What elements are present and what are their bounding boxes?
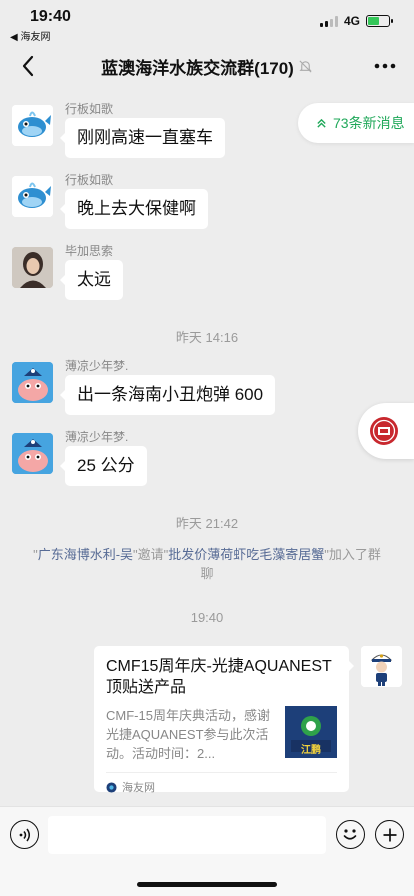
plus-icon [383, 828, 396, 841]
more-functions-button[interactable] [375, 820, 404, 849]
more-dots-icon [374, 63, 396, 69]
avatar[interactable] [12, 362, 53, 403]
sender-name: 行板如歌 [65, 173, 114, 187]
signal-icon [319, 15, 338, 27]
card-thumbnail: 江鹏 [285, 706, 337, 758]
message-bubble[interactable]: 出一条海南小丑炮弹 600 [59, 375, 276, 415]
back-button[interactable] [14, 52, 42, 80]
message-bubble[interactable]: 25 公分 [60, 446, 147, 486]
input-bar [0, 806, 414, 896]
card-body: CMF-15周年庆典活动，感谢光捷AQUANEST参与此次活动。活动时间：2..… [106, 706, 337, 762]
mute-bell-icon [299, 59, 312, 73]
status-indicators: 4G [319, 14, 393, 28]
voice-input-button[interactable] [10, 820, 39, 849]
sender-name: 行板如歌 [65, 102, 114, 116]
battery-icon [366, 15, 393, 27]
card-description: CMF-15周年庆典活动，感谢光捷AQUANEST参与此次活动。活动时间：2..… [106, 708, 270, 761]
card-source: 海友网 [106, 779, 337, 795]
my-avatar[interactable] [361, 646, 402, 687]
new-messages-label: 73条新消息 [333, 115, 405, 131]
more-button[interactable] [370, 52, 400, 80]
new-messages-pill[interactable]: 73条新消息 [298, 103, 414, 143]
nav-bar: 蓝澳海洋水族交流群(170) [0, 44, 414, 88]
whale-avatar-image [12, 176, 53, 217]
avatar[interactable] [12, 176, 53, 217]
emoji-icon [343, 829, 357, 840]
avatar[interactable] [12, 105, 53, 146]
link-card[interactable]: CMF15周年庆-光捷AQUANEST顶贴送产品 CMF-15周年庆典活动，感谢… [94, 646, 354, 795]
chevron-left-icon [22, 55, 34, 77]
seal-logo-icon [370, 417, 398, 445]
voice-icon [19, 828, 30, 841]
back-to-app-link[interactable]: ◀ 海友网 [10, 28, 50, 43]
emoji-button[interactable] [336, 820, 365, 849]
cartoon-avatar-image [12, 362, 53, 403]
network-type: 4G [343, 14, 360, 28]
whale-avatar-image [12, 105, 53, 146]
system-message: "广东海博水利-吴"邀请"批发价薄荷虾吃毛藻寄居蟹"加入了群聊 [33, 547, 381, 581]
message-bubble[interactable]: 刚刚高速一直塞车 [60, 118, 225, 158]
sender-name: 薄凉少年梦. [65, 430, 129, 444]
person-avatar-image [12, 247, 53, 288]
time-separator: 19:40 [190, 610, 224, 625]
message-bubble[interactable]: 太远 [60, 260, 123, 300]
card-divider [106, 772, 337, 773]
time-separator: 昨天 14:16 [175, 330, 239, 345]
card-title: CMF15周年庆-光捷AQUANEST顶贴送产品 [106, 658, 332, 696]
avatar[interactable] [12, 433, 53, 474]
time-separator: 昨天 21:42 [175, 516, 239, 531]
card-thumb-label: 江鹏 [301, 745, 321, 756]
invitee-link[interactable]: 批发价薄荷虾吃毛藻寄居蟹 [168, 547, 324, 562]
status-time: 19:40 [30, 8, 71, 25]
status-bar: 19:40 ◀ 海友网 4G [0, 0, 414, 44]
floating-window-button[interactable] [358, 403, 414, 459]
double-chevron-up-icon [317, 118, 326, 128]
card-source-name: 海友网 [122, 782, 155, 794]
cartoon-avatar-image [12, 433, 53, 474]
sender-name: 毕加思索 [65, 244, 114, 258]
message-input[interactable] [48, 816, 326, 854]
inviter-link[interactable]: 广东海博水利-吴 [38, 547, 133, 562]
message-bubble[interactable]: 晚上去大保健啊 [60, 189, 208, 229]
chat-title-wrap: 蓝澳海洋水族交流群(170) [101, 54, 313, 79]
police-cartoon-avatar-image [361, 646, 402, 687]
sender-name: 薄凉少年梦. [65, 359, 129, 373]
avatar[interactable] [12, 247, 53, 288]
chat-title: 蓝澳海洋水族交流群(170) [101, 58, 294, 78]
source-logo-icon [106, 781, 117, 793]
home-indicator[interactable] [137, 882, 277, 887]
